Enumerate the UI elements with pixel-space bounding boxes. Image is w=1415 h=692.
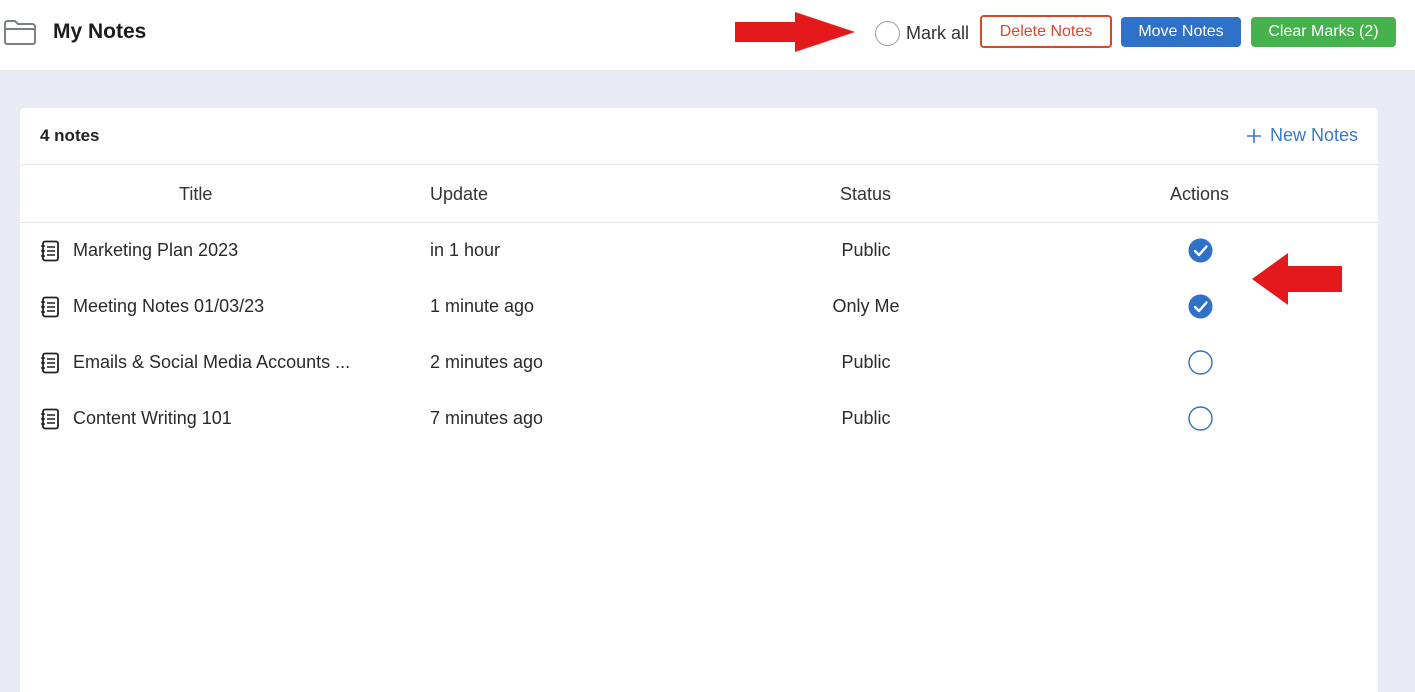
note-update: in 1 hour xyxy=(430,240,501,260)
note-list-icon xyxy=(41,240,59,262)
check-circle-icon[interactable] xyxy=(1188,238,1213,263)
note-status: Public xyxy=(841,240,891,260)
note-count: 4 notes xyxy=(40,126,100,145)
table-row[interactable]: Content Writing 101 7 minutes ago Public xyxy=(20,390,1378,446)
check-circle-icon[interactable] xyxy=(1188,294,1213,319)
annotation-arrow-left-icon xyxy=(1252,253,1342,305)
mark-all-label: Mark all xyxy=(906,22,970,43)
table-row[interactable]: Marketing Plan 2023 in 1 hour Public xyxy=(20,222,1378,278)
delete-notes-button[interactable]: Delete Notes xyxy=(980,15,1112,48)
empty-circle-icon[interactable] xyxy=(875,20,900,46)
note-status: Only Me xyxy=(832,296,900,316)
column-header-title: Title xyxy=(179,184,213,204)
note-update: 7 minutes ago xyxy=(430,408,544,428)
note-list-icon xyxy=(41,352,59,374)
note-update: 1 minute ago xyxy=(430,296,535,316)
top-bar: My Notes Mark all Delete Notes Move Note… xyxy=(0,0,1415,70)
empty-circle-icon[interactable] xyxy=(1188,406,1213,431)
note-status: Public xyxy=(841,408,891,428)
column-header-status: Status xyxy=(840,184,892,204)
folder-icon xyxy=(4,20,36,45)
table-row[interactable]: Emails & Social Media Accounts ... 2 min… xyxy=(20,334,1378,390)
note-status: Public xyxy=(841,352,891,372)
column-header-update: Update xyxy=(430,184,489,204)
clear-marks-button[interactable]: Clear Marks (2) xyxy=(1251,17,1396,47)
new-notes-label: New Notes xyxy=(1269,125,1358,145)
note-title[interactable]: Marketing Plan 2023 xyxy=(73,240,238,261)
column-header-actions: Actions xyxy=(1170,184,1230,204)
empty-circle-icon[interactable] xyxy=(1188,350,1213,375)
move-notes-button[interactable]: Move Notes xyxy=(1121,17,1241,47)
card-header: 4 notes New Notes xyxy=(20,108,1378,165)
note-title[interactable]: Emails & Social Media Accounts ... xyxy=(73,352,350,373)
table-header: Title Update Status Actions xyxy=(20,165,1378,223)
annotation-arrow-right-icon xyxy=(735,12,855,52)
plus-icon xyxy=(1246,128,1261,143)
page-title: My Notes xyxy=(53,20,147,43)
note-list-icon xyxy=(41,296,59,318)
notes-card: 4 notes New Notes Title Update Status Ac… xyxy=(20,108,1378,692)
note-title[interactable]: Content Writing 101 xyxy=(73,408,232,429)
table-row[interactable]: Meeting Notes 01/03/23 1 minute ago Only… xyxy=(20,278,1378,334)
mark-all-checkbox[interactable]: Mark all xyxy=(875,20,969,46)
note-update: 2 minutes ago xyxy=(430,352,544,372)
note-title[interactable]: Meeting Notes 01/03/23 xyxy=(73,296,264,317)
new-notes-link[interactable]: New Notes xyxy=(1246,125,1358,146)
note-list-icon xyxy=(41,408,59,430)
